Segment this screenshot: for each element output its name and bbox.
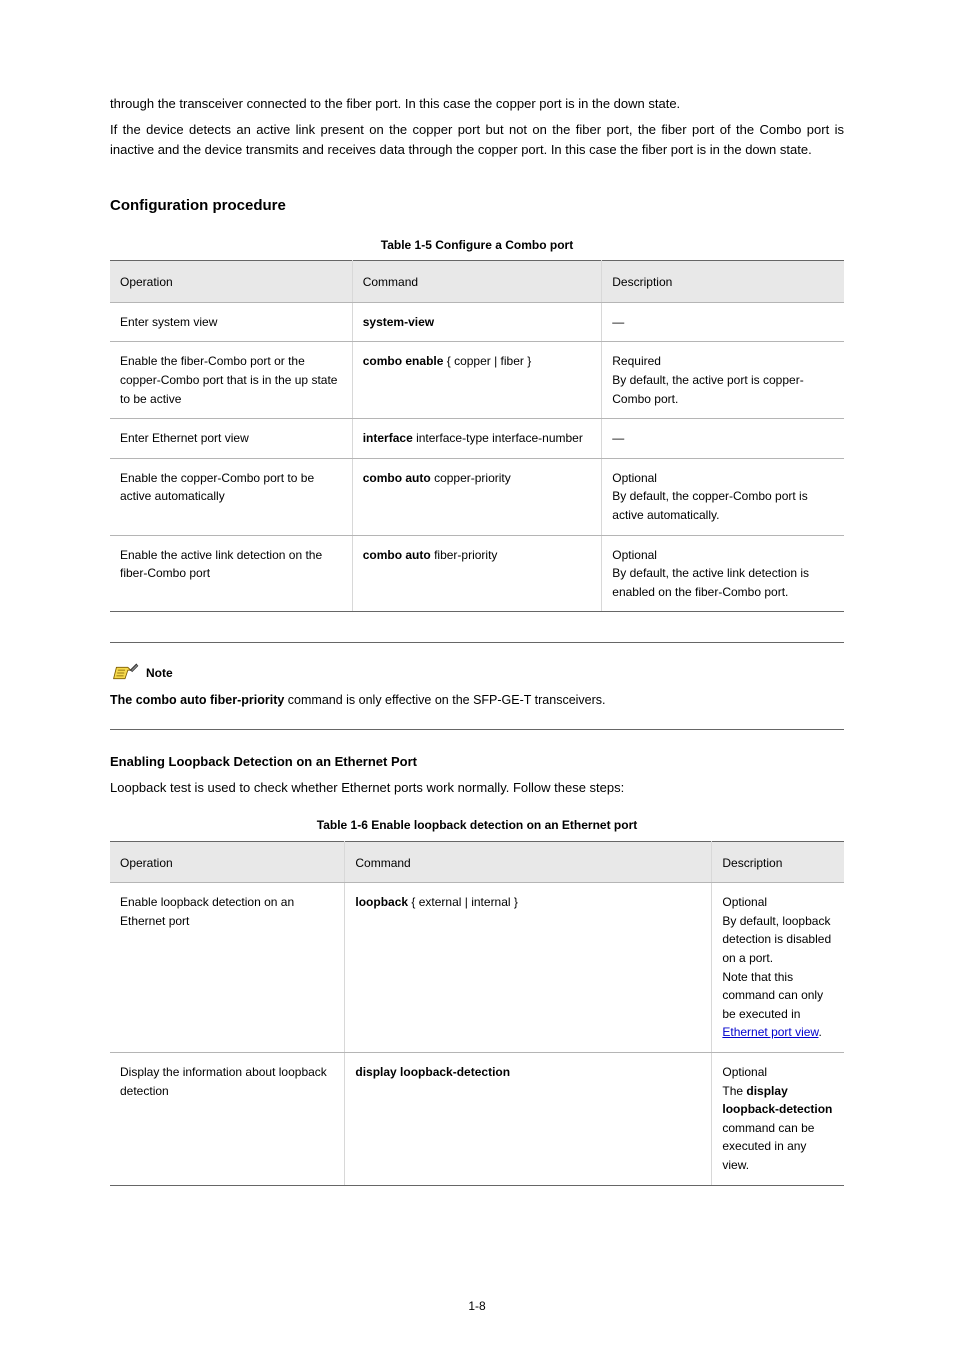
ethernet-port-view-link[interactable]: Ethernet port view (722, 1025, 818, 1039)
combo-port-config-table: Operation Command Description Enter syst… (110, 260, 844, 612)
table-header-operation: Operation (110, 841, 345, 883)
note-text: The combo auto fiber-priority command is… (110, 691, 844, 710)
config-procedure-heading: Configuration procedure (110, 194, 844, 217)
table-row: Enable the copper-Combo port to be activ… (110, 458, 844, 535)
table-row: Enable loopback detection on an Ethernet… (110, 883, 844, 1053)
table-row: Enter system view system-view — (110, 302, 844, 342)
intro-p1: through the transceiver connected to the… (110, 94, 844, 114)
table-1-5-caption: Table 1-5 Configure a Combo port (110, 236, 844, 255)
loopback-intro: Loopback test is used to check whether E… (110, 778, 844, 798)
table-header-description: Description (602, 261, 844, 303)
table-row: Enable the active link detection on the … (110, 535, 844, 612)
table-header-command: Command (352, 261, 602, 303)
table-header-operation: Operation (110, 261, 352, 303)
table-header-command: Command (345, 841, 712, 883)
table-1-6-caption: Table 1-6 Enable loopback detection on a… (110, 816, 844, 835)
table-row: Display the information about loopback d… (110, 1052, 844, 1185)
note-icon (110, 663, 140, 683)
loopback-heading: Enabling Loopback Detection on an Ethern… (110, 752, 844, 772)
loopback-detection-table: Operation Command Description Enable loo… (110, 841, 844, 1186)
table-row: Enable the fiber-Combo port or the coppe… (110, 342, 844, 419)
intro-p2: If the device detects an active link pre… (110, 120, 844, 160)
note-label: Note (146, 664, 173, 683)
table-row: Enter Ethernet port view interface inter… (110, 419, 844, 459)
note-callout: Note The combo auto fiber-priority comma… (110, 642, 844, 729)
table-header-description: Description (712, 841, 844, 883)
page-number: 1-8 (0, 1297, 954, 1316)
